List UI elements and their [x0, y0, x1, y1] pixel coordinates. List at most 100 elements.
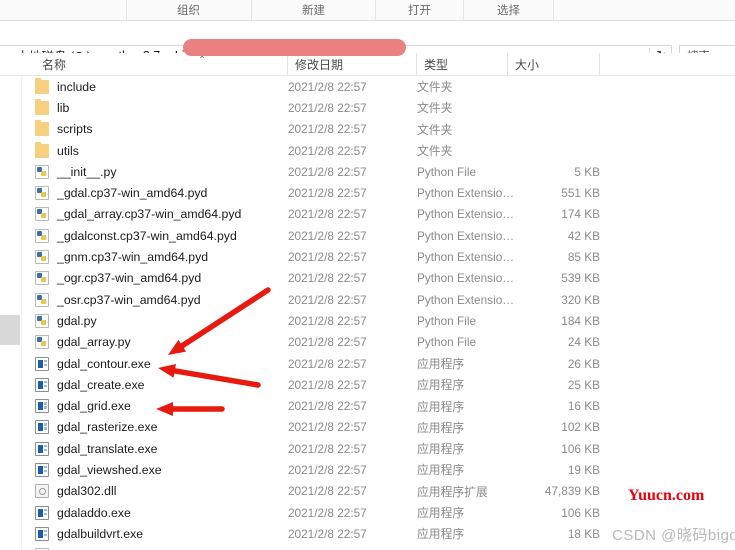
- file-name-cell[interactable]: gdal_viewshed.exe: [35, 462, 162, 477]
- folder-icon: [35, 98, 49, 115]
- ribbon-group-new[interactable]: 新建: [252, 0, 376, 20]
- file-type-cell: 应用程序扩展: [417, 484, 488, 499]
- file-date-cell: 2021/2/8 22:57: [288, 399, 367, 414]
- file-row[interactable]: _osr.cp37-win_amd64.pyd 2021/2/8 22:57 Pyt…: [0, 289, 735, 310]
- python-file-icon: [35, 271, 49, 286]
- file-row[interactable]: gdal_array.py 2021/2/8 22:57 Python File 24…: [0, 332, 735, 353]
- file-size-cell: 106 KB: [561, 505, 600, 520]
- file-name-cell[interactable]: gdal_translate.exe: [35, 441, 158, 456]
- file-size-cell: 184 KB: [561, 313, 600, 328]
- file-name-cell[interactable]: include: [35, 77, 96, 94]
- ribbon-group-select-label: 选择: [497, 5, 520, 17]
- navigation-pane-divider: [21, 76, 22, 550]
- file-list[interactable]: include 2021/2/8 22:57 文件夹 lib 2021/2/8 22:5…: [0, 76, 735, 550]
- file-size-cell: 19 KB: [567, 462, 600, 477]
- file-date-cell: 2021/2/8 22:57: [288, 186, 367, 201]
- dll-file-icon: [35, 484, 49, 499]
- file-row[interactable]: gdal.py 2021/2/8 22:57 Python File 184 KB: [0, 310, 735, 331]
- file-name-cell[interactable]: gdal302.dll: [35, 484, 117, 499]
- file-type-cell: Python Extensio…: [417, 292, 515, 307]
- file-row[interactable]: gdal302.dll 2021/2/8 22:57 应用程序扩展 47,839 KB: [0, 481, 735, 502]
- navigation-pane-item-highlight[interactable]: [0, 315, 20, 345]
- file-row[interactable]: utils 2021/2/8 22:57 文件夹: [0, 140, 735, 161]
- python-file-icon: [35, 313, 49, 328]
- file-size-cell: 42 KB: [567, 228, 600, 243]
- file-name-cell[interactable]: gdaladdo.exe: [35, 505, 131, 520]
- column-header-date-modified[interactable]: 修改日期: [288, 53, 417, 75]
- file-type-cell: Python Extensio…: [417, 271, 515, 286]
- file-row[interactable]: _gdal_array.cp37-win_amd64.pyd 2021/2/8 2…: [0, 204, 735, 225]
- file-row[interactable]: gdaladdo.exe 2021/2/8 22:57 应用程序 106 KB: [0, 502, 735, 523]
- watermark-site: Yuucn.com: [628, 487, 705, 504]
- file-name-label: gdal_array.py: [57, 335, 131, 350]
- file-date-cell: 2021/2/8 22:57: [288, 377, 367, 392]
- file-date-cell: 2021/2/8 22:57: [288, 164, 367, 179]
- file-name-cell[interactable]: _gdal_array.cp37-win_amd64.pyd: [35, 207, 241, 222]
- file-name-label: _osr.cp37-win_amd64.pyd: [57, 292, 201, 307]
- file-name-label: gdalbuildvrt.exe: [57, 526, 144, 541]
- file-row[interactable]: _gnm.cp37-win_amd64.pyd 2021/2/8 22:57 Pyt…: [0, 246, 735, 267]
- file-name-cell[interactable]: gdal_rasterize.exe: [35, 420, 157, 435]
- file-row[interactable]: _ogr.cp37-win_amd64.pyd 2021/2/8 22:57 Pyt…: [0, 268, 735, 289]
- file-row[interactable]: gdal_translate.exe 2021/2/8 22:57 应用程序 106 …: [0, 438, 735, 459]
- file-name-cell[interactable]: gdal_grid.exe: [35, 399, 131, 414]
- ribbon-group-open[interactable]: 打开: [376, 0, 464, 20]
- ribbon-group-organize[interactable]: 组织: [126, 0, 252, 20]
- application-icon: [35, 420, 49, 435]
- file-size-cell: 102 KB: [561, 420, 600, 435]
- file-name-cell[interactable]: gdal_create.exe: [35, 377, 145, 392]
- file-size-cell: 85 KB: [567, 250, 600, 265]
- column-header-date-label: 修改日期: [295, 57, 344, 72]
- file-row[interactable]: gdal_viewshed.exe 2021/2/8 22:57 应用程序 19 KB: [0, 459, 735, 480]
- file-size-cell: 551 KB: [561, 186, 600, 201]
- file-name-cell[interactable]: lib: [35, 98, 69, 115]
- file-name-cell[interactable]: scripts: [35, 120, 93, 137]
- file-row[interactable]: include 2021/2/8 22:57 文件夹: [0, 76, 735, 97]
- folder-icon: [35, 77, 49, 94]
- python-file-icon: [35, 207, 49, 222]
- file-row[interactable]: gdal_contour.exe 2021/2/8 22:57 应用程序 26 KB: [0, 353, 735, 374]
- file-name-cell[interactable]: __init__.py: [35, 164, 116, 179]
- file-type-cell: 文件夹: [417, 144, 453, 159]
- file-date-cell: 2021/2/8 22:57: [288, 100, 367, 115]
- ribbon-group-select[interactable]: 选择: [464, 0, 554, 20]
- file-row[interactable]: _gdalconst.cp37-win_amd64.pyd 2021/2/8 22…: [0, 225, 735, 246]
- file-size-cell: 106 KB: [561, 441, 600, 456]
- file-name-cell[interactable]: gdal_array.py: [35, 335, 131, 350]
- file-date-cell: 2021/2/8 22:57: [288, 143, 367, 158]
- file-row[interactable]: gdal_create.exe 2021/2/8 22:57 应用程序 25 KB: [0, 374, 735, 395]
- file-type-cell: 应用程序: [417, 357, 465, 371]
- file-date-cell: 2021/2/8 22:57: [288, 292, 367, 307]
- file-row[interactable]: gdal_grid.exe 2021/2/8 22:57 应用程序 16 KB: [0, 395, 735, 416]
- file-row[interactable]: gdal_rasterize.exe 2021/2/8 22:57 应用程序 102 …: [0, 417, 735, 438]
- column-header-extra[interactable]: [600, 53, 735, 75]
- file-name-cell[interactable]: _gdal.cp37-win_amd64.pyd: [35, 186, 207, 201]
- file-date-cell: 2021/2/8 22:57: [288, 441, 367, 456]
- file-row[interactable]: scripts 2021/2/8 22:57 文件夹: [0, 119, 735, 140]
- file-name-cell[interactable]: gdalbuildvrt.exe: [35, 526, 144, 541]
- watermark-credit: CSDN @晓码bigdata: [612, 527, 735, 544]
- file-type-cell: 应用程序: [417, 378, 465, 393]
- file-name-label: gdal.py: [57, 313, 97, 328]
- file-row[interactable]: lib 2021/2/8 22:57 文件夹: [0, 97, 735, 118]
- file-row[interactable]: __init__.py 2021/2/8 22:57 Python File 5 KB: [0, 161, 735, 182]
- file-type-cell: Python File: [417, 313, 477, 328]
- file-name-cell[interactable]: _osr.cp37-win_amd64.pyd: [35, 292, 201, 307]
- column-header-name[interactable]: 名称 ⌃: [35, 53, 288, 75]
- file-row[interactable]: gdalconst.py2021/2/8 22:57Python File: [0, 545, 735, 550]
- file-date-cell: 2021/2/8 22:57: [288, 356, 367, 371]
- file-name-label: include: [57, 79, 96, 94]
- file-name-cell[interactable]: utils: [35, 141, 79, 158]
- file-row[interactable]: _gdal.cp37-win_amd64.pyd 2021/2/8 22:57 Py…: [0, 182, 735, 203]
- file-date-cell: 2021/2/8 22:57: [288, 462, 367, 477]
- column-header-type[interactable]: 类型: [417, 53, 508, 75]
- file-name-cell[interactable]: _gdalconst.cp37-win_amd64.pyd: [35, 228, 237, 243]
- file-size-cell: 47,839 KB: [544, 484, 600, 499]
- file-name-cell[interactable]: _ogr.cp37-win_amd64.pyd: [35, 271, 201, 286]
- redaction-highlight: [183, 39, 406, 56]
- file-name-cell[interactable]: _gnm.cp37-win_amd64.pyd: [35, 250, 208, 265]
- file-name-cell[interactable]: gdal.py: [35, 313, 97, 328]
- file-size-cell: 16 KB: [567, 399, 600, 414]
- column-header-size[interactable]: 大小: [508, 53, 600, 75]
- file-name-cell[interactable]: gdal_contour.exe: [35, 356, 151, 371]
